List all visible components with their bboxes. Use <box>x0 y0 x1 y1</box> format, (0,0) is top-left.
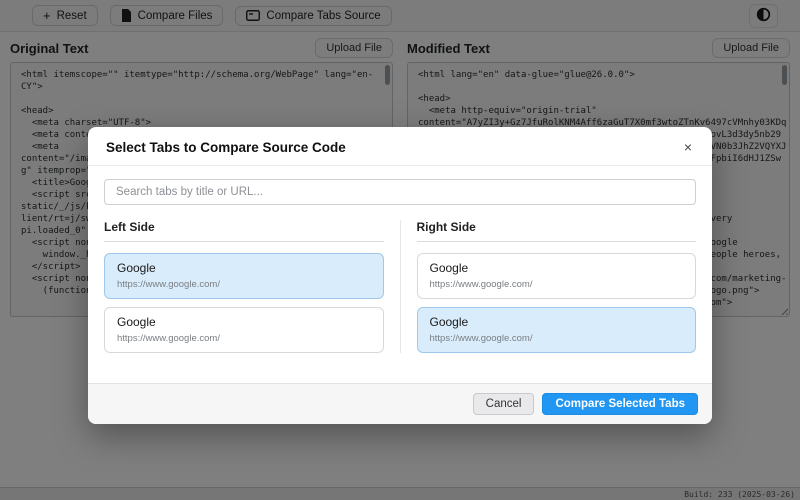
compare-selected-tabs-button[interactable]: Compare Selected Tabs <box>542 393 698 415</box>
left-side-header: Left Side <box>104 220 384 242</box>
modal-title: Select Tabs to Compare Source Code <box>106 139 346 155</box>
right-tab-option-1[interactable]: Google https://www.google.com/ <box>416 253 696 299</box>
right-tab-option-2[interactable]: Google https://www.google.com/ <box>416 307 696 353</box>
left-tab-option-2[interactable]: Google https://www.google.com/ <box>104 307 384 353</box>
cancel-button[interactable]: Cancel <box>472 393 535 415</box>
close-icon[interactable]: × <box>680 138 696 156</box>
left-side-column: Left Side Google https://www.google.com/… <box>104 220 400 353</box>
tab-url: https://www.google.com/ <box>429 333 533 344</box>
modal-body: Left Side Google https://www.google.com/… <box>88 166 712 369</box>
tab-columns: Left Side Google https://www.google.com/… <box>104 220 696 353</box>
select-tabs-modal: Select Tabs to Compare Source Code × Lef… <box>88 127 712 424</box>
modal-header: Select Tabs to Compare Source Code × <box>88 127 712 166</box>
tab-url: https://www.google.com/ <box>429 279 533 290</box>
tab-url: https://www.google.com/ <box>117 333 220 344</box>
tab-title: Google <box>117 315 156 329</box>
right-side-column: Right Side Google https://www.google.com… <box>399 220 696 353</box>
modal-footer: Cancel Compare Selected Tabs <box>88 383 712 424</box>
tab-title: Google <box>429 315 469 329</box>
left-tab-option-1[interactable]: Google https://www.google.com/ <box>104 253 384 299</box>
tab-search-input[interactable] <box>104 179 696 205</box>
tab-url: https://www.google.com/ <box>117 279 220 290</box>
right-side-header: Right Side <box>416 220 696 242</box>
tab-title: Google <box>117 261 156 275</box>
tab-title: Google <box>429 261 469 275</box>
